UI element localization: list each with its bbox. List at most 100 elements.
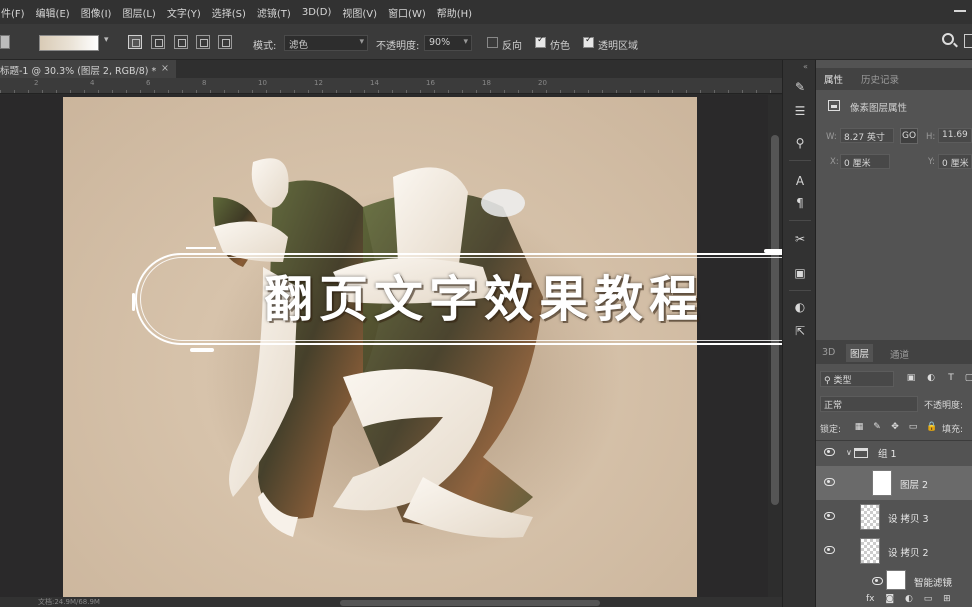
- layer-row-selected[interactable]: 图层 2: [816, 466, 972, 500]
- banner-decoration: [190, 348, 214, 352]
- lock-brush-icon[interactable]: ✎: [872, 422, 882, 432]
- close-icon[interactable]: ×: [161, 63, 169, 74]
- adjustment-filter-icon[interactable]: ◐: [926, 373, 936, 383]
- menu-layer[interactable]: 图层(L): [121, 5, 156, 20]
- menu-window[interactable]: 窗口(W): [387, 5, 427, 20]
- horizontal-scrollbar[interactable]: [340, 600, 600, 606]
- document-tab[interactable]: 标题-1 @ 30.3% (图层 2, RGB/8) * ×: [0, 60, 176, 78]
- layer-blend-mode-select[interactable]: 正常: [820, 396, 918, 412]
- new-layer-icon[interactable]: ⊞: [943, 594, 951, 604]
- y-label: Y:: [928, 157, 935, 167]
- tool-preset-picker[interactable]: [0, 35, 10, 49]
- layer-filter-row: ⚲ 类型 ▣ ◐ T ▢: [820, 370, 972, 388]
- tab-properties[interactable]: 属性: [824, 72, 843, 86]
- tab-history[interactable]: 历史记录: [861, 72, 899, 86]
- crosshair-icon[interactable]: ✂: [792, 232, 808, 246]
- document-size-status: 文档:24.9M/68.9M: [38, 598, 100, 606]
- menu-view[interactable]: 视图(V): [341, 5, 378, 20]
- clone-stamp-icon[interactable]: ⚲: [792, 136, 808, 150]
- layer-row[interactable]: 设 拷贝 2: [816, 534, 972, 568]
- layer-row-smart-filter[interactable]: 智能滤镜: [816, 568, 972, 594]
- workspace-icon[interactable]: [964, 34, 972, 48]
- link-dimensions-button[interactable]: GO: [900, 128, 918, 144]
- ruler-tick: 16: [426, 79, 435, 87]
- chevron-down-icon[interactable]: ▾: [104, 35, 109, 45]
- opacity-value: 90%: [429, 37, 451, 48]
- banner-decoration: [132, 293, 135, 311]
- document-tab-title: 标题-1 @ 30.3% (图层 2, RGB/8) *: [0, 66, 157, 77]
- paint-bucket-icon[interactable]: ◐: [792, 300, 808, 314]
- lock-artboard-icon[interactable]: ▭: [908, 422, 918, 432]
- menu-bar: 件(F) 编辑(E) 图像(I) 图层(L) 文字(Y) 选择(S) 滤镜(T)…: [0, 0, 972, 24]
- angle-gradient-button[interactable]: [174, 35, 188, 49]
- ruler-tick: 18: [482, 79, 491, 87]
- x-label: X:: [830, 157, 839, 167]
- reverse-checkbox[interactable]: [487, 37, 498, 48]
- minimize-button[interactable]: [954, 10, 966, 12]
- radial-gradient-button[interactable]: [151, 35, 165, 49]
- lock-move-icon[interactable]: ✥: [890, 422, 900, 432]
- y-field[interactable]: 0 厘米: [938, 154, 972, 169]
- reflected-gradient-button[interactable]: [196, 35, 210, 49]
- fill-label: 填充:: [942, 425, 964, 435]
- menu-edit[interactable]: 编辑(E): [35, 5, 71, 20]
- linear-gradient-button[interactable]: [128, 35, 142, 49]
- layer-row-group[interactable]: ∨ 组 1: [816, 438, 972, 466]
- layers-bottom-toolbar: fx ◙ ◐ ▭ ⊞: [866, 594, 972, 607]
- tab-channels[interactable]: 通道: [890, 347, 909, 361]
- fx-icon[interactable]: fx: [866, 594, 875, 604]
- layer-row[interactable]: 设 拷贝 3: [816, 500, 972, 534]
- sliders-icon[interactable]: ☰: [792, 104, 808, 118]
- type-icon[interactable]: A: [792, 174, 808, 188]
- dither-checkbox[interactable]: [535, 35, 546, 48]
- visibility-eye-icon[interactable]: [824, 448, 835, 456]
- chevron-down-icon: ▾: [463, 37, 468, 47]
- ruler-tick: 12: [314, 79, 323, 87]
- menu-type[interactable]: 文字(Y): [166, 5, 202, 20]
- width-label: W:: [826, 132, 837, 142]
- layer-name: 组 1: [878, 449, 897, 460]
- mask-icon[interactable]: ◙: [885, 594, 894, 604]
- tab-3d[interactable]: 3D: [822, 347, 835, 358]
- export-icon[interactable]: ⇱: [792, 324, 808, 338]
- transparency-label: 透明区域: [598, 41, 638, 52]
- collapse-icon[interactable]: «: [803, 62, 808, 71]
- lock-all-icon[interactable]: 🔒: [926, 422, 937, 432]
- pixel-filter-icon[interactable]: ▣: [906, 373, 916, 383]
- search-icon[interactable]: [942, 33, 954, 45]
- visibility-eye-icon[interactable]: [872, 577, 883, 585]
- x-field[interactable]: 0 厘米: [840, 154, 890, 169]
- layer-blend-mode-value: 正常: [824, 401, 843, 411]
- layer-filter-select[interactable]: ⚲ 类型: [820, 371, 894, 387]
- brush-icon[interactable]: ✎: [792, 80, 808, 94]
- menu-select[interactable]: 选择(S): [211, 5, 247, 20]
- menu-image[interactable]: 图像(I): [80, 5, 113, 20]
- adjustment-icon[interactable]: ◐: [905, 594, 913, 604]
- opacity-input[interactable]: 90% ▾: [424, 35, 472, 51]
- folder-icon[interactable]: ▭: [924, 594, 933, 604]
- width-field[interactable]: 8.27 英寸: [840, 128, 894, 143]
- paragraph-icon[interactable]: ¶: [792, 196, 808, 210]
- chevron-down-icon: ▾: [359, 37, 364, 47]
- lock-transparent-icon[interactable]: ▦: [854, 422, 864, 432]
- tab-layers[interactable]: 图层: [846, 344, 874, 362]
- diamond-gradient-button[interactable]: [218, 35, 232, 49]
- blend-mode-select[interactable]: 滤色 ▾: [284, 35, 368, 51]
- type-filter-icon[interactable]: T: [946, 373, 956, 383]
- transparency-checkbox[interactable]: [583, 35, 594, 48]
- options-bar: ▾ 模式: 滤色 ▾ 不透明度: 90% ▾ 反向 仿色 透明区域: [0, 24, 972, 60]
- shape-filter-icon[interactable]: ▢: [964, 373, 972, 383]
- gradient-editor-swatch[interactable]: [39, 35, 99, 51]
- menu-filter[interactable]: 滤镜(T): [256, 5, 292, 20]
- menu-file[interactable]: 件(F): [0, 5, 26, 20]
- ruler-tick: 20: [538, 79, 547, 87]
- chevron-down-icon[interactable]: ∨: [846, 448, 852, 457]
- visibility-eye-icon[interactable]: [824, 512, 835, 520]
- visibility-eye-icon[interactable]: [824, 478, 835, 486]
- height-field[interactable]: 11.69: [938, 128, 972, 143]
- properties-icon[interactable]: ▣: [792, 266, 808, 280]
- menu-help[interactable]: 帮助(H): [436, 5, 473, 20]
- visibility-eye-icon[interactable]: [824, 546, 835, 554]
- height-label: H:: [926, 132, 936, 142]
- menu-3d[interactable]: 3D(D): [301, 7, 333, 18]
